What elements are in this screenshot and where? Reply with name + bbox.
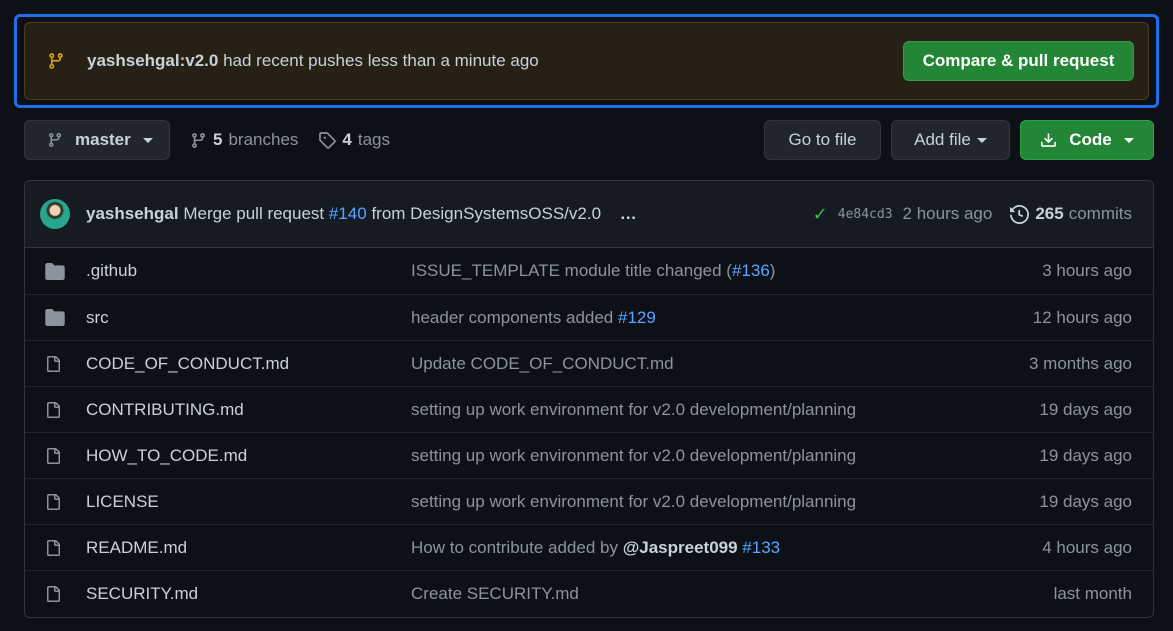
file-row[interactable]: .github ISSUE_TEMPLATE module title chan… [25, 248, 1153, 294]
git-branch-icon [48, 133, 61, 148]
file-name[interactable]: CODE_OF_CONDUCT.md [86, 354, 411, 374]
file-row[interactable]: src header components added #129 12 hour… [25, 294, 1153, 340]
file-row[interactable]: README.md How to contribute added by @Ja… [25, 524, 1153, 570]
file-icon [45, 401, 65, 419]
file-commit-message: setting up work environment for v2.0 dev… [411, 492, 1039, 512]
commit-expand-button[interactable]: … [620, 204, 638, 223]
push-banner-text: had recent pushes less than a minute ago [223, 51, 539, 70]
chevron-down-icon [976, 137, 987, 143]
file-commit-text[interactable]: How to contribute added by [411, 538, 623, 557]
add-file-button[interactable]: Add file [891, 120, 1010, 160]
file-commit-message: ISSUE_TEMPLATE module title changed (#13… [411, 261, 1042, 281]
tags-link[interactable]: 4 tags [318, 130, 390, 150]
chevron-down-icon [142, 137, 153, 143]
folder-icon [45, 262, 65, 280]
file-commit-message: setting up work environment for v2.0 dev… [411, 400, 1039, 420]
chevron-down-icon [1123, 137, 1134, 143]
commit-author[interactable]: yashsehgal [86, 204, 179, 223]
push-banner: yashsehgal:v2.0 had recent pushes less t… [14, 14, 1159, 108]
file-commit-pr-link[interactable]: #133 [742, 538, 780, 557]
code-button[interactable]: Code [1020, 120, 1154, 160]
commits-count: 265 [1035, 204, 1064, 223]
history-icon [1010, 204, 1030, 224]
file-row[interactable]: CODE_OF_CONDUCT.md Update CODE_OF_CONDUC… [25, 340, 1153, 386]
branches-link[interactable]: 5 branches [190, 130, 298, 150]
file-commit-text[interactable]: ISSUE_TEMPLATE module title changed ( [411, 261, 732, 280]
file-age: 3 hours ago [1042, 261, 1132, 280]
file-name[interactable]: src [86, 308, 411, 328]
file-commit-text[interactable]: Create SECURITY.md [411, 584, 579, 603]
file-icon [45, 493, 65, 511]
file-list: .github ISSUE_TEMPLATE module title chan… [25, 248, 1153, 616]
commits-label: commits [1068, 204, 1132, 223]
file-commit-text[interactable]: setting up work environment for v2.0 dev… [411, 492, 856, 511]
branch-selector-button[interactable]: master [24, 120, 170, 160]
pushed-branch-name[interactable]: yashsehgal:v2.0 [87, 51, 218, 70]
tags-count: 4 [342, 130, 352, 149]
file-commit-pr-link[interactable]: #136 [732, 261, 770, 280]
repo-toolbar: master 5 branches 4 tags Go to file Add … [24, 120, 1154, 160]
file-age: 19 days ago [1039, 491, 1132, 511]
file-row[interactable]: HOW_TO_CODE.md setting up work environme… [25, 432, 1153, 478]
file-icon [45, 539, 65, 557]
go-to-file-label: Go to file [788, 130, 857, 149]
branches-label: branches [228, 130, 299, 149]
current-branch-label: master [75, 130, 131, 149]
file-browser: yashsehgal Merge pull request #140 from … [24, 180, 1154, 618]
file-commit-text[interactable]: Update CODE_OF_CONDUCT.md [411, 354, 674, 373]
file-name[interactable]: .github [86, 261, 411, 281]
file-name[interactable]: CONTRIBUTING.md [86, 400, 411, 420]
file-row[interactable]: SECURITY.md Create SECURITY.md last mont… [25, 570, 1153, 616]
avatar[interactable] [40, 199, 70, 229]
file-commit-text[interactable]: setting up work environment for v2.0 dev… [411, 446, 856, 465]
push-banner-message: yashsehgal:v2.0 had recent pushes less t… [87, 51, 903, 71]
file-commit-message: header components added #129 [411, 308, 1033, 328]
file-name[interactable]: SECURITY.md [86, 584, 411, 604]
file-age: last month [1053, 583, 1132, 603]
file-commit-message: Create SECURITY.md [411, 584, 1054, 604]
code-label: Code [1069, 130, 1112, 149]
file-age: 19 days ago [1039, 445, 1132, 465]
check-icon[interactable]: ✓ [813, 204, 828, 225]
file-icon [45, 447, 65, 465]
file-age: 3 months ago [1028, 353, 1132, 373]
file-age: 4 hours ago [1042, 537, 1132, 557]
commit-time: 2 hours ago [902, 204, 993, 223]
file-commit-text[interactable]: header components added [411, 308, 618, 327]
tag-icon [319, 132, 337, 149]
file-commit-message: setting up work environment for v2.0 dev… [411, 446, 1039, 466]
file-commit-text-end[interactable]: ) [770, 261, 776, 280]
folder-icon [45, 309, 65, 327]
download-icon [1041, 132, 1057, 147]
branches-count: 5 [213, 130, 223, 149]
git-branch-icon [192, 132, 205, 148]
latest-commit-message: yashsehgal Merge pull request #140 from … [86, 204, 813, 224]
file-commit-pr-link[interactable]: #129 [618, 308, 656, 327]
go-to-file-button[interactable]: Go to file [764, 120, 881, 160]
commit-message-start[interactable]: Merge pull request [183, 204, 324, 223]
file-commit-message: How to contribute added by @Jaspreet099 … [411, 538, 1042, 558]
file-icon [45, 355, 65, 373]
add-file-label: Add file [914, 130, 971, 149]
file-name[interactable]: HOW_TO_CODE.md [86, 446, 411, 466]
file-row[interactable]: CONTRIBUTING.md setting up work environm… [25, 386, 1153, 432]
file-name[interactable]: LICENSE [86, 492, 411, 512]
commits-history-link[interactable]: 265 commits [1010, 204, 1132, 224]
latest-commit-bar: yashsehgal Merge pull request #140 from … [25, 181, 1153, 248]
file-commit-message: Update CODE_OF_CONDUCT.md [411, 354, 1029, 374]
file-name[interactable]: README.md [86, 538, 411, 558]
commit-message-end[interactable]: from DesignSystemsOSS/v2.0 [371, 204, 601, 223]
commit-sha[interactable]: 4e84cd3 [838, 207, 893, 222]
compare-pull-request-button[interactable]: Compare & pull request [903, 41, 1134, 81]
file-row[interactable]: LICENSE setting up work environment for … [25, 478, 1153, 524]
git-branch-icon [47, 52, 65, 70]
tags-label: tags [357, 130, 391, 149]
push-banner-body: yashsehgal:v2.0 had recent pushes less t… [24, 22, 1149, 100]
file-commit-text[interactable]: setting up work environment for v2.0 dev… [411, 400, 856, 419]
file-age: 12 hours ago [1032, 307, 1132, 327]
commit-pr-link[interactable]: #140 [329, 204, 367, 223]
file-age: 19 days ago [1039, 399, 1132, 419]
file-icon [45, 585, 65, 603]
user-mention-link[interactable]: @Jaspreet099 [623, 538, 738, 557]
